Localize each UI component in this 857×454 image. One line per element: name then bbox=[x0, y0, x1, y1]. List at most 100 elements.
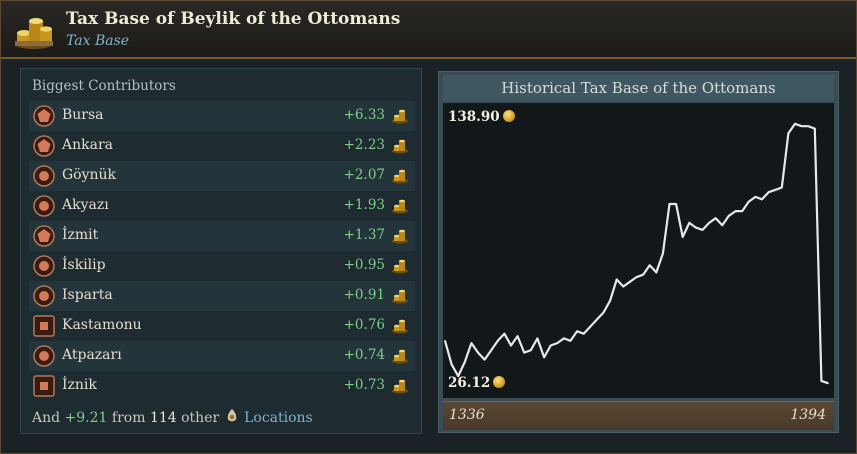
contributor-value: +0.76 bbox=[343, 317, 385, 333]
data-point bbox=[516, 335, 519, 337]
contributor-value: +6.33 bbox=[343, 107, 385, 123]
contributor-row[interactable]: Atpazarı +0.74 bbox=[29, 341, 415, 371]
data-point bbox=[615, 278, 618, 281]
history-chart-panel: Historical Tax Base of the Ottomans 138.… bbox=[438, 71, 839, 433]
coin-stack-icon bbox=[391, 227, 409, 245]
data-point bbox=[602, 311, 605, 314]
circle-location-icon bbox=[33, 195, 55, 217]
contributor-name[interactable]: İskilip bbox=[62, 257, 106, 273]
data-point bbox=[800, 125, 803, 127]
x-start-label: 1336 bbox=[449, 407, 485, 423]
contributor-name[interactable]: İzmit bbox=[62, 227, 98, 243]
chart-title: Historical Tax Base of the Ottomans bbox=[443, 75, 834, 101]
data-point bbox=[675, 203, 677, 205]
data-point bbox=[748, 200, 750, 203]
data-point bbox=[668, 203, 671, 205]
y-min-label: 26.12 bbox=[448, 375, 506, 391]
data-point bbox=[503, 332, 506, 335]
data-point bbox=[827, 382, 829, 385]
contributor-row[interactable]: Ankara +2.23 bbox=[29, 131, 415, 161]
contributor-row[interactable]: İzmit +1.37 bbox=[29, 221, 415, 251]
contributor-name[interactable]: İznik bbox=[62, 377, 97, 393]
data-point bbox=[444, 340, 446, 342]
data-point bbox=[609, 299, 611, 302]
chart-area: 138.90 26.12 bbox=[443, 103, 834, 398]
contributors-list: Bursa +6.33 Ankara +2.23 Göynük +2.07 Akyazı +1… bbox=[29, 101, 415, 401]
tax-base-line-chart bbox=[443, 122, 829, 385]
data-point bbox=[741, 210, 743, 212]
contributor-name[interactable]: Ankara bbox=[62, 137, 113, 153]
contributor-name[interactable]: Kastamonu bbox=[62, 317, 142, 333]
coin-stack-icon bbox=[391, 197, 409, 215]
contributor-row[interactable]: İznik +0.73 bbox=[29, 371, 415, 401]
gold-coin-icon bbox=[502, 110, 515, 122]
data-point bbox=[807, 125, 809, 127]
circle-location-icon bbox=[33, 345, 55, 367]
contributor-row[interactable]: İskilip +0.95 bbox=[29, 251, 415, 281]
contributor-value: +0.74 bbox=[343, 347, 385, 363]
coin-stack-icon bbox=[15, 18, 53, 49]
contributor-name[interactable]: Bursa bbox=[62, 107, 104, 123]
contributor-value: +2.07 bbox=[343, 167, 385, 183]
circle-location-icon bbox=[33, 165, 55, 187]
contributor-value: +0.95 bbox=[343, 257, 385, 273]
data-point bbox=[629, 281, 631, 283]
data-point bbox=[681, 236, 684, 238]
data-point bbox=[787, 132, 790, 135]
locations-link[interactable]: Locations bbox=[244, 410, 313, 426]
window-title: Tax Base of Beylik of the Ottomans bbox=[66, 9, 401, 29]
data-point bbox=[794, 123, 796, 125]
data-point bbox=[774, 189, 776, 191]
pentagon-location-icon bbox=[33, 105, 55, 127]
data-point bbox=[490, 349, 492, 351]
data-point bbox=[483, 358, 486, 361]
x-end-label: 1394 bbox=[790, 407, 826, 423]
data-point bbox=[589, 325, 592, 328]
data-point bbox=[648, 264, 651, 267]
data-point bbox=[582, 332, 585, 335]
data-point bbox=[820, 380, 823, 382]
contributor-row[interactable]: Göynük +2.07 bbox=[29, 161, 415, 191]
data-point bbox=[754, 196, 757, 198]
footer-count: 114 bbox=[149, 410, 177, 426]
contributor-row[interactable]: Bursa +6.33 bbox=[29, 101, 415, 131]
contributor-row[interactable]: Kastamonu +0.76 bbox=[29, 311, 415, 341]
data-point bbox=[642, 273, 644, 276]
data-point bbox=[536, 337, 539, 340]
footer-other: other bbox=[181, 410, 220, 426]
footer-mid: from bbox=[111, 410, 146, 426]
data-point bbox=[596, 318, 598, 321]
data-point bbox=[721, 224, 724, 226]
data-point bbox=[569, 340, 572, 342]
window-subtitle: Tax Base bbox=[66, 33, 130, 49]
contributor-value: +2.23 bbox=[343, 137, 385, 153]
data-point bbox=[708, 222, 710, 224]
title-bar: Tax Base of Beylik of the Ottomans Tax B… bbox=[1, 1, 856, 59]
coin-stack-icon bbox=[391, 257, 409, 275]
circle-location-icon bbox=[33, 285, 55, 307]
contributor-name[interactable]: Isparta bbox=[62, 287, 113, 303]
data-point bbox=[497, 340, 499, 342]
contributor-name[interactable]: Akyazı bbox=[62, 197, 109, 213]
data-point bbox=[761, 198, 763, 201]
data-point bbox=[655, 271, 658, 274]
other-locations-summary: And +9.21 from 114 other Locations bbox=[32, 408, 313, 426]
contributor-row[interactable]: Akyazı +1.93 bbox=[29, 191, 415, 221]
coin-stack-icon bbox=[391, 137, 409, 155]
coin-stack-icon bbox=[391, 287, 409, 305]
data-point bbox=[714, 217, 717, 219]
data-point bbox=[530, 349, 532, 351]
data-point bbox=[556, 342, 559, 344]
data-point bbox=[523, 351, 525, 354]
contributor-name[interactable]: Atpazarı bbox=[62, 347, 122, 363]
contributor-name[interactable]: Göynük bbox=[62, 167, 116, 183]
data-point bbox=[549, 344, 552, 347]
gold-coin-icon bbox=[493, 376, 506, 388]
data-point bbox=[662, 252, 664, 255]
contributor-row[interactable]: Isparta +0.91 bbox=[29, 281, 415, 311]
y-max-label: 138.90 bbox=[448, 109, 515, 125]
square-location-icon bbox=[33, 375, 55, 397]
data-point bbox=[464, 361, 466, 363]
data-point bbox=[510, 344, 512, 347]
coin-stack-icon bbox=[391, 347, 409, 365]
